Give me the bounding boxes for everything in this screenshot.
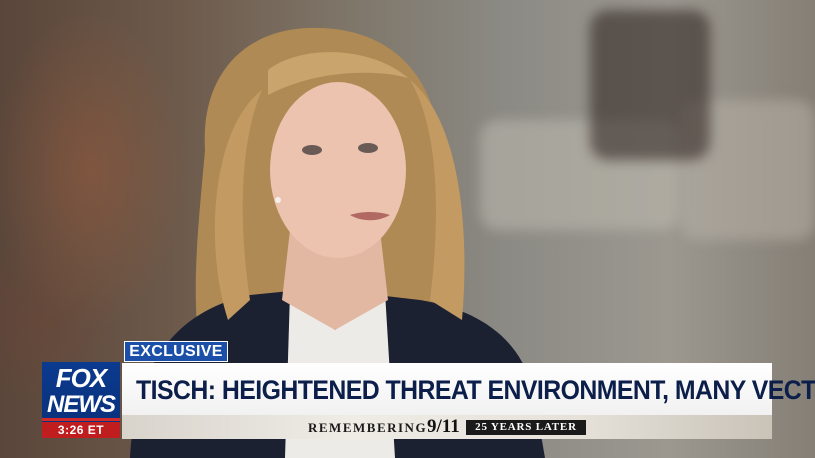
exclusive-tag: EXCLUSIVE <box>124 341 228 362</box>
date-label: 9/11 <box>427 416 460 437</box>
logo-line-2: NEWS <box>47 391 116 418</box>
broadcast-clock: 3:26 ET <box>42 422 120 438</box>
logo-line-1: FOX <box>55 363 107 393</box>
video-frame: EXCLUSIVE TISCH: HEIGHTENED THREAT ENVIR… <box>0 0 815 458</box>
logo-underline <box>42 418 120 421</box>
remembering-label: REMEMBERING <box>308 420 428 435</box>
years-later-badge: 25 YEARS LATER <box>466 420 586 435</box>
lower-third-graphic: EXCLUSIVE TISCH: HEIGHTENED THREAT ENVIR… <box>0 0 815 458</box>
headline-text: TISCH: HEIGHTENED THREAT ENVIRONMENT, MA… <box>136 375 815 405</box>
